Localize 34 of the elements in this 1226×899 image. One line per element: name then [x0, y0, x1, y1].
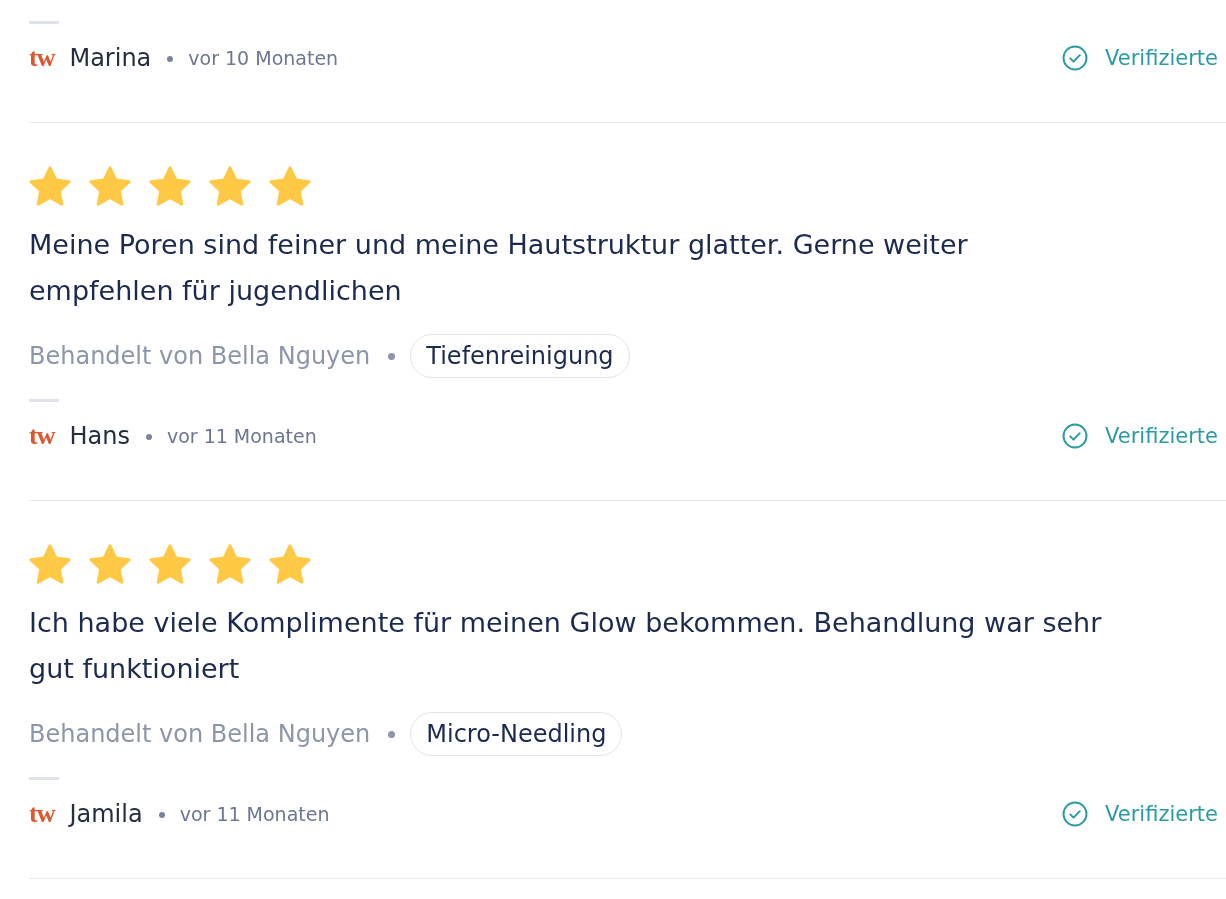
- star-icon: [149, 166, 191, 206]
- star-icon: [29, 544, 71, 584]
- star-icon: [29, 166, 71, 206]
- source-logo: tw: [29, 799, 55, 829]
- separator-dot-icon: [388, 352, 396, 360]
- star-icon: [149, 544, 191, 584]
- star-icon: [89, 166, 131, 206]
- separator-dot-icon: [388, 730, 396, 738]
- source-logo: tw: [29, 43, 55, 73]
- review-time: vor 10 Monaten: [188, 47, 339, 69]
- check-circle-icon: [1062, 801, 1089, 827]
- verified-label: Verifizierte: [1105, 424, 1218, 448]
- star-icon: [269, 166, 311, 206]
- review-text: Meine Poren sind feiner und meine Hautstruktur glatter. Gerne weiter empfehlen für jugendlichen: [29, 228, 969, 308]
- review-time: vor 11 Monaten: [179, 803, 330, 825]
- treated-by-text: Behandelt von Bella Nguyen: [29, 720, 371, 748]
- separator-dot-icon: [145, 434, 152, 440]
- star-icon: [209, 544, 251, 584]
- star-icon: [209, 166, 251, 206]
- author-name: Jamila: [69, 800, 143, 828]
- review-text: Ich habe viele Komplimente für meinen Glow bekommen. Behandlung war sehr gut funktioniert: [29, 606, 1103, 686]
- treated-by-text: Behandelt von Bella Nguyen: [29, 342, 371, 370]
- verified-label: Verifizierte: [1105, 802, 1218, 826]
- source-logo: tw: [29, 421, 55, 451]
- check-circle-icon: [1062, 45, 1089, 71]
- author-name: Marina: [69, 44, 152, 72]
- review-time: vor 11 Monaten: [166, 425, 317, 447]
- verified-label: Verifizierte: [1105, 46, 1218, 70]
- author-name: Hans: [69, 422, 130, 450]
- separator-dot-icon: [167, 56, 174, 62]
- star-icon: [269, 544, 311, 584]
- check-circle-icon: [1062, 423, 1089, 449]
- star-icon: [89, 544, 131, 584]
- separator-dot-icon: [158, 812, 165, 818]
